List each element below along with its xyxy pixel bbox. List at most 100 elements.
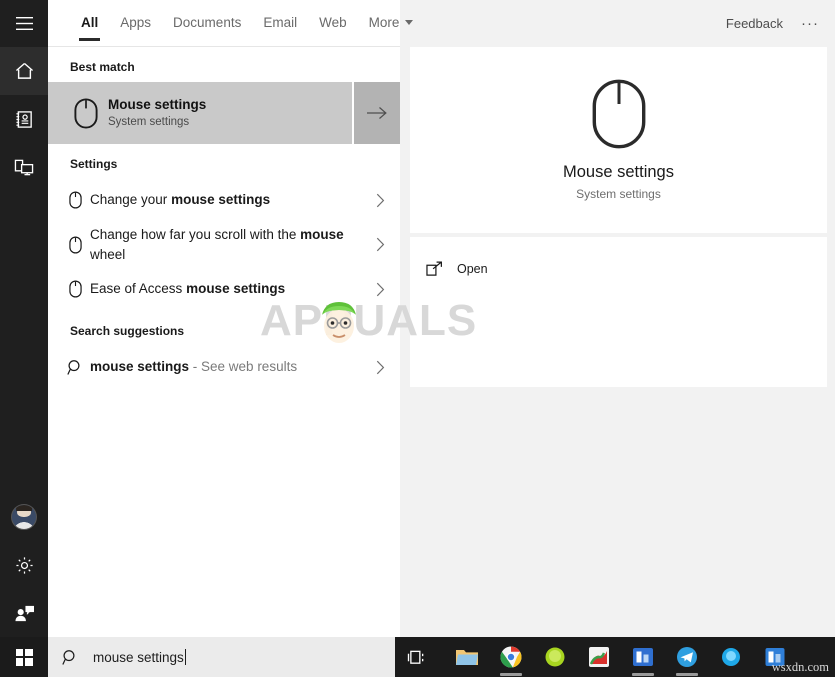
mouse-icon <box>68 191 82 209</box>
taskbar-app-green-app[interactable] <box>533 637 577 677</box>
taskbar: mouse settings wsxdn.com <box>0 637 835 677</box>
best-match-icon-wrap <box>64 97 108 129</box>
list-item-label: mouse settings - See web results <box>90 357 360 377</box>
preview-pane: Feedback ··· Mouse settings System setti… <box>400 0 835 637</box>
mouse-icon <box>592 79 645 149</box>
list-item-prefix: Change how far you scroll with the <box>90 227 301 242</box>
search-suggestions-header: Search suggestions <box>70 324 185 339</box>
preview-subtitle: System settings <box>576 187 661 201</box>
mouse-icon <box>68 280 82 298</box>
tab-more[interactable]: More <box>358 0 425 46</box>
list-item-icon-wrap <box>48 280 90 298</box>
overflow-menu-button[interactable]: ··· <box>801 15 819 32</box>
mouse-icon <box>74 97 98 129</box>
list-item-icon-wrap <box>48 191 90 209</box>
wsxdn-watermark: wsxdn.com <box>771 660 829 674</box>
list-item-bold: mouse <box>300 227 344 242</box>
avatar <box>11 504 37 530</box>
list-item-chevron-wrap <box>360 193 400 208</box>
left-rail <box>0 0 48 637</box>
tab-all[interactable]: All <box>70 0 109 46</box>
list-item-chevron-wrap <box>360 360 400 375</box>
mouse-icon <box>68 236 82 254</box>
tab-documents[interactable]: Documents <box>162 0 252 46</box>
taskbar-app-multicolor-app[interactable] <box>577 637 621 677</box>
chrome-icon <box>500 646 522 668</box>
arrow-right-icon <box>367 107 387 119</box>
tab-web-label: Web <box>319 15 347 30</box>
best-match-header: Best match <box>70 60 135 74</box>
tab-apps-label: Apps <box>120 15 152 30</box>
list-item-bold: mouse settings <box>186 281 286 297</box>
tab-strip: All Apps Documents Email Web More <box>48 0 424 46</box>
taskbar-app-blue-white-app[interactable] <box>621 637 665 677</box>
text-cursor <box>184 649 186 665</box>
task-view-button[interactable] <box>395 649 439 666</box>
list-item-chevron-wrap <box>360 282 400 297</box>
tab-documents-label: Documents <box>173 15 242 30</box>
sidebar-item-settings[interactable] <box>0 541 48 589</box>
taskbar-search-box[interactable]: mouse settings <box>48 637 395 677</box>
best-match-arrow-button[interactable] <box>352 82 400 144</box>
sidebar-item-feedback[interactable] <box>0 589 48 637</box>
taskbar-app-telegram[interactable] <box>665 637 709 677</box>
best-match-main[interactable]: Mouse settings System settings <box>48 82 352 144</box>
open-external-icon <box>426 261 442 276</box>
devices-icon <box>14 159 34 175</box>
task-view-icon <box>407 650 424 664</box>
hamburger-icon <box>15 17 33 30</box>
screen: All Apps Documents Email Web More Best m… <box>0 0 835 677</box>
preview-actions: Open <box>410 237 827 387</box>
start-button[interactable] <box>0 637 48 677</box>
tab-web[interactable]: Web <box>308 0 358 46</box>
taskbar-app-google-chrome[interactable] <box>489 637 533 677</box>
sidebar-item-account[interactable] <box>0 493 48 541</box>
best-match-row[interactable]: Mouse settings System settings <box>48 82 400 144</box>
suggestion-suffix: - See web results <box>189 359 298 375</box>
sidebar-item-home[interactable] <box>0 47 48 95</box>
list-item[interactable]: Change your mouse settings <box>48 179 400 221</box>
tab-more-label: More <box>368 15 400 30</box>
open-action-label: Open <box>457 262 488 276</box>
list-item-prefix: Ease of Access <box>90 281 187 297</box>
list-item-bold: mouse settings <box>171 192 271 208</box>
settings-header: Settings <box>70 157 118 171</box>
sidebar-item-notebook[interactable] <box>0 95 48 143</box>
feedback-button[interactable]: Feedback <box>726 16 783 31</box>
cyan-glow-app-icon <box>722 648 740 666</box>
file-explorer-icon <box>456 650 478 665</box>
search-flyout: All Apps Documents Email Web More Best m… <box>0 0 835 637</box>
search-input[interactable]: mouse settings <box>93 649 186 665</box>
list-item-icon-wrap <box>48 236 90 254</box>
chevron-right-icon <box>376 282 384 296</box>
list-item[interactable]: mouse settings - See web results <box>48 346 400 388</box>
list-item-label: Change how far you scroll with the mouse… <box>90 225 360 264</box>
list-item-prefix: Change your <box>90 192 172 208</box>
list-item[interactable]: Change how far you scroll with the mouse… <box>48 221 400 268</box>
hamburger-menu-button[interactable] <box>0 0 48 47</box>
notebook-icon <box>15 110 32 128</box>
chevron-down-icon <box>405 20 414 25</box>
tab-apps[interactable]: Apps <box>109 0 162 46</box>
sidebar-item-devices[interactable] <box>0 143 48 191</box>
taskbar-app-cyan-glow-app[interactable] <box>709 637 753 677</box>
results-column: All Apps Documents Email Web More Best m… <box>48 0 414 637</box>
open-action[interactable]: Open <box>426 257 827 281</box>
blue-white-app-icon <box>633 648 653 666</box>
results-topbar: All Apps Documents Email Web More <box>48 0 414 47</box>
best-match-subtitle: System settings <box>108 115 190 128</box>
multicolor-app-icon <box>589 647 609 667</box>
list-item-label: Change your mouse settings <box>90 190 360 210</box>
topbar-right-actions: Feedback ··· <box>726 0 825 47</box>
chevron-right-icon <box>376 193 384 207</box>
best-match-title: Mouse settings <box>108 96 207 112</box>
list-item-icon-wrap <box>48 359 90 376</box>
windows-logo-icon <box>15 648 33 666</box>
tab-all-label: All <box>81 15 99 30</box>
tab-email[interactable]: Email <box>252 0 308 46</box>
list-item-label: Ease of Access mouse settings <box>90 279 360 299</box>
chevron-right-icon <box>376 237 384 252</box>
list-item[interactable]: Ease of Access mouse settings <box>48 268 400 310</box>
home-icon <box>15 62 33 79</box>
taskbar-app-file-explorer[interactable] <box>445 637 489 677</box>
